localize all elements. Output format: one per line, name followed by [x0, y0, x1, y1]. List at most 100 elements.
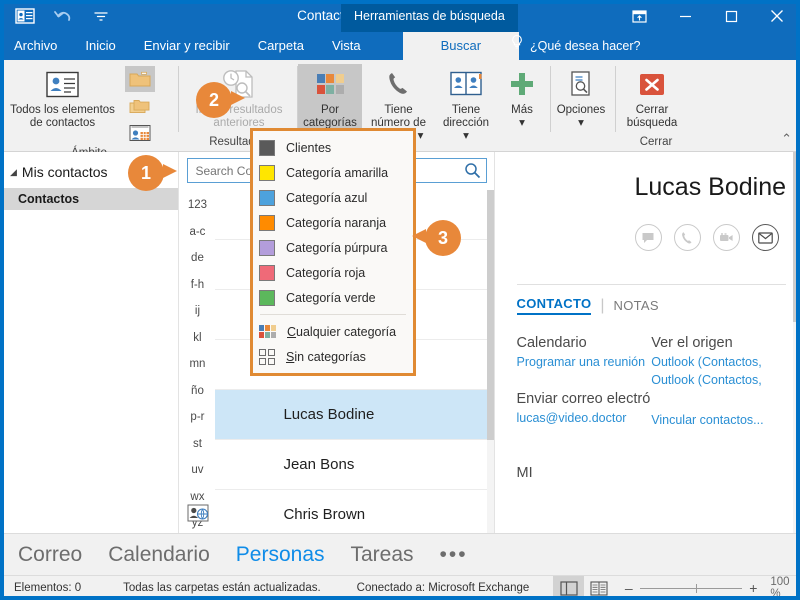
ribbon-group-ambito: Todos los elementos de contactos: [0, 60, 178, 159]
zoom-slider-thumb[interactable]: [695, 583, 697, 593]
tab-buscar[interactable]: Buscar: [402, 32, 520, 60]
status-sync: Todas las carpetas están actualizadas.: [123, 582, 321, 594]
alpha-item-de[interactable]: de: [191, 245, 204, 272]
origen-link-1[interactable]: Outlook (Contactos,: [651, 353, 786, 371]
chat-icon[interactable]: [634, 224, 662, 251]
menu-item-categoria-purpura[interactable]: Categoría púrpura: [253, 235, 413, 260]
lightbulb-icon: [510, 32, 524, 60]
tab-enviar-y-recibir[interactable]: Enviar y recibir: [130, 32, 244, 60]
reading-pane-scrollbar[interactable]: [793, 152, 800, 533]
table-row[interactable]: Jean Bons: [215, 440, 489, 490]
alpha-item-no[interactable]: ño: [191, 378, 204, 405]
folder-icon[interactable]: [125, 66, 155, 92]
table-row[interactable]: Lucas Bodine: [215, 390, 489, 440]
alpha-item-uv[interactable]: uv: [191, 457, 203, 484]
alpha-item-st[interactable]: st: [193, 431, 202, 458]
search-icon[interactable]: [458, 159, 486, 182]
opciones-button[interactable]: Opciones ▾: [551, 64, 611, 130]
tab-vista[interactable]: Vista: [318, 32, 375, 60]
avatar: [215, 390, 265, 440]
alpha-item-mn[interactable]: mn: [189, 351, 205, 378]
alpha-item-ij[interactable]: ij: [195, 298, 200, 325]
alpha-item-f-h[interactable]: f-h: [191, 272, 204, 299]
tab-carpeta[interactable]: Carpeta: [244, 32, 318, 60]
menu-item-categoria-naranja[interactable]: Categoría naranja: [253, 210, 413, 235]
mail-icon[interactable]: [751, 224, 779, 251]
mas-button[interactable]: Más ▾: [497, 64, 547, 130]
contextual-tab-group-label: Herramientas de búsqueda: [341, 0, 518, 32]
alpha-item-kl[interactable]: kl: [193, 325, 201, 352]
zoom-slider[interactable]: [639, 583, 743, 593]
outlook-logo-icon[interactable]: [14, 5, 36, 27]
people-pane-icon[interactable]: [584, 576, 615, 600]
nav-item-calendario[interactable]: Calendario: [108, 543, 210, 567]
menu-item-categoria-amarilla[interactable]: Categoría amarilla: [253, 160, 413, 185]
page-title: Lucas Bodine: [634, 173, 787, 201]
nav-item-tareas[interactable]: Tareas: [351, 543, 414, 567]
reading-pane: Lucas Bodine CONTACTO | NOTAS Calendario…: [494, 152, 800, 533]
nav-more-icon[interactable]: •••: [440, 543, 468, 567]
folder-item-contactos[interactable]: Contactos: [0, 188, 179, 210]
quick-access-toolbar: [14, 5, 112, 27]
zoom-out-button[interactable]: –: [625, 580, 633, 596]
alpha-item-a-c[interactable]: a-c: [189, 219, 205, 246]
todos-los-elementos-de-contactos-button[interactable]: Todos los elementos de contactos: [0, 64, 125, 130]
category-swatch-icon: [259, 239, 275, 256]
contact-actions: [634, 224, 787, 251]
cerrar-busqueda-button[interactable]: Cerrar búsqueda: [616, 64, 688, 130]
alpha-item-123[interactable]: 123: [188, 192, 207, 219]
menu-item-categoria-roja[interactable]: Categoría roja: [253, 260, 413, 285]
nav-item-correo[interactable]: Correo: [18, 543, 82, 567]
undo-icon[interactable]: [52, 5, 74, 27]
programar-una-reunion-link[interactable]: Programar una reunión: [517, 353, 652, 371]
category-swatch-icon: [259, 214, 275, 231]
tiene-direccion-button[interactable]: Tiene dirección ▾: [435, 64, 497, 143]
minimize-button[interactable]: [662, 0, 708, 32]
avatar: [215, 490, 265, 534]
zoom-level-label: 100 %: [770, 576, 790, 600]
vincular-contactos-link[interactable]: Vincular contactos...: [651, 411, 786, 429]
tab-contacto[interactable]: CONTACTO: [516, 296, 592, 315]
menu-item-label: Categoría amarilla: [286, 165, 389, 180]
all-outlook-items-icon[interactable]: [125, 120, 155, 146]
origen-link-2[interactable]: Outlook (Contactos,: [651, 371, 786, 389]
menu-item-clientes[interactable]: Clientes: [253, 135, 413, 160]
scrollbar-thumb[interactable]: [486, 190, 494, 440]
tell-me-search[interactable]: ¿Qué desea hacer?: [510, 32, 641, 60]
ribbon-tab-bar: Archivo Inicio Enviar y recibir Carpeta …: [0, 32, 800, 60]
category-swatch-icon: [259, 139, 275, 156]
tab-inicio[interactable]: Inicio: [71, 32, 129, 60]
subfolders-icon[interactable]: [125, 93, 155, 119]
reading-pane-icon[interactable]: [553, 576, 585, 600]
maximize-button[interactable]: [708, 0, 754, 32]
video-icon[interactable]: [712, 224, 740, 251]
phone-icon[interactable]: [673, 224, 701, 251]
menu-item-label: Clientes: [286, 140, 332, 155]
table-row[interactable]: Chris Brown: [215, 490, 488, 533]
people-globe-icon[interactable]: [187, 504, 209, 527]
search-options-icon: [567, 67, 595, 101]
nav-item-personas[interactable]: Personas: [236, 543, 325, 567]
close-button[interactable]: [754, 0, 800, 32]
alpha-item-p-r[interactable]: p-r: [190, 404, 204, 431]
scrollbar-thumb[interactable]: [793, 152, 800, 322]
todos-los-elementos-label: Todos los elementos de contactos: [10, 104, 115, 129]
tab-archivo[interactable]: Archivo: [0, 32, 71, 60]
customize-qat-icon[interactable]: [90, 5, 112, 27]
email-link[interactable]: lucas@video.doctor: [517, 409, 652, 427]
callout-3: 3: [412, 220, 461, 256]
folder-pane: ◢ Mis contactos Contactos: [0, 152, 180, 533]
contact-name: Jean Bons: [283, 456, 355, 473]
menu-item-categoria-verde[interactable]: Categoría verde: [253, 285, 413, 310]
menu-item-sin-categorias[interactable]: SSin categoríasin categorías: [253, 344, 413, 369]
menu-item-cualquier-categoria[interactable]: CCualquier categoríaualquier categoría: [253, 319, 413, 344]
ribbon-display-options-icon[interactable]: [616, 0, 662, 32]
zoom-in-button[interactable]: +: [749, 580, 757, 596]
tab-notas[interactable]: NOTAS: [614, 298, 659, 313]
contact-list-scrollbar[interactable]: [486, 190, 494, 533]
chevron-up-icon[interactable]: ⌃: [781, 131, 792, 147]
menu-item-categoria-azul[interactable]: Categoría azul: [253, 185, 413, 210]
ribbon-group-label-cerrar: Cerrar: [639, 136, 673, 148]
zoom-control: – + 100 %: [615, 576, 800, 600]
menu-item-label: Categoría naranja: [286, 215, 387, 230]
